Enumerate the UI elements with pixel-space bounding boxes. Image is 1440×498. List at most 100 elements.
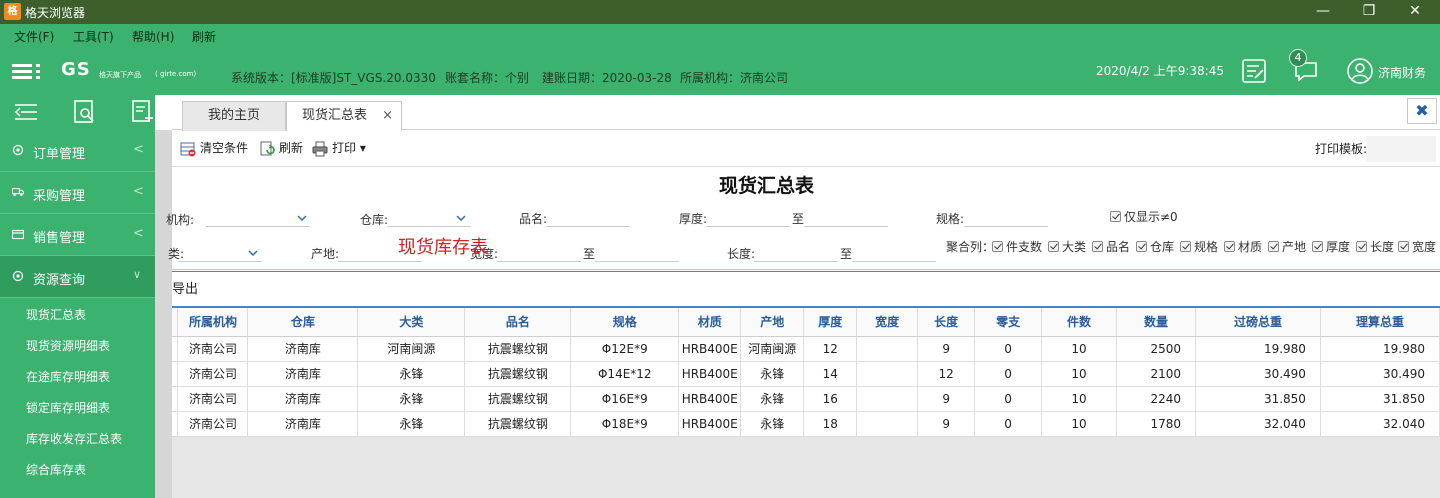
spec-input[interactable] — [964, 207, 1048, 227]
column-header[interactable]: 材质 — [678, 306, 742, 337]
sidebar-subitem-spot-summary[interactable]: 现货汇总表 — [26, 306, 86, 323]
filter-panel: 现货汇总表 机构: 仓库: 品名: 厚度: 至 规格: 仅显示≠0 类: 产地:… — [166, 167, 1440, 270]
table-row[interactable]: 济南公司 济南库 河南闽源 抗震螺纹钢 Φ12E*9 HRB400E 河南闽源 12 9 0 10 2… — [172, 336, 1440, 362]
thickness-from-input[interactable] — [706, 207, 790, 227]
menu-refresh[interactable]: 刷新 — [192, 28, 216, 45]
width-to-label: 至 — [583, 247, 596, 261]
table-cell: 19.980 — [1320, 336, 1440, 362]
maximize-button[interactable]: ❐ — [1352, 0, 1386, 24]
table-cell: 10 — [1041, 336, 1118, 362]
group-by-spec[interactable]: 规格 — [1180, 238, 1218, 255]
length-from-input[interactable] — [754, 242, 838, 262]
column-header[interactable]: 仓库 — [247, 306, 359, 337]
table-row[interactable]: 济南公司 济南库 永锋 抗震螺纹钢 Φ18E*9 HRB400E 永锋 18 9 0 10 1780 3… — [172, 411, 1440, 437]
print-button[interactable]: 打印 ▾ — [312, 139, 366, 157]
tab-home[interactable]: 我的主页 — [182, 101, 286, 131]
table-cell: 抗震螺纹钢 — [464, 411, 572, 437]
edit-document-icon[interactable] — [1241, 58, 1267, 84]
group-by-thickness[interactable]: 厚度 — [1312, 238, 1350, 255]
column-header[interactable]: 品名 — [464, 306, 572, 337]
close-all-tabs-button[interactable]: ✖ — [1407, 98, 1437, 124]
system-version: 系统版本：[标准版]ST_VGS.20.0330 — [231, 71, 436, 85]
search-document-icon[interactable] — [73, 99, 97, 125]
table-cell: 永锋 — [740, 386, 805, 412]
column-header[interactable]: 规格 — [570, 306, 680, 337]
minimize-button[interactable]: — — [1306, 0, 1340, 24]
group-by-pieces[interactable]: 件支数 — [992, 238, 1042, 255]
sidebar-item-resource-query[interactable]: 资源查询 ∨ — [0, 256, 155, 298]
sidebar-item-sales[interactable]: 销售管理 < — [0, 214, 155, 256]
column-header[interactable]: 厚度 — [803, 306, 858, 337]
width-to-input[interactable] — [595, 242, 679, 262]
checkbox-icon — [992, 241, 1003, 252]
column-header[interactable]: 宽度 — [856, 306, 919, 337]
table-cell: 0 — [974, 411, 1043, 437]
column-header[interactable]: 件数 — [1041, 306, 1118, 337]
sidebar-subitem-locked-detail[interactable]: 锁定库存明细表 — [26, 399, 110, 416]
menu-file[interactable]: 文件(F) — [14, 28, 54, 45]
collapse-sidebar-icon[interactable] — [13, 102, 39, 122]
column-header[interactable]: 过磅总重 — [1195, 306, 1321, 337]
menu-toggle-icon[interactable] — [12, 64, 40, 80]
group-by-material[interactable]: 材质 — [1224, 238, 1262, 255]
column-header[interactable]: 零支 — [974, 306, 1043, 337]
group-by-width[interactable]: 宽度 — [1398, 238, 1436, 255]
tab-spot-summary[interactable]: 现货汇总表 × — [286, 101, 402, 131]
column-header[interactable]: 长度 — [917, 306, 976, 337]
username[interactable]: 济南财务 — [1378, 64, 1426, 81]
sidebar-subitem-inout-summary[interactable]: 库存收发存汇总表 — [26, 430, 122, 447]
menu-tools[interactable]: 工具(T) — [73, 28, 114, 45]
table-cell: 14 — [803, 361, 858, 387]
group-by-length[interactable]: 长度 — [1356, 238, 1394, 255]
add-document-icon[interactable] — [131, 99, 155, 125]
table-cell: 永锋 — [740, 411, 805, 437]
length-to-input[interactable] — [852, 242, 936, 262]
column-header[interactable]: 数量 — [1116, 306, 1196, 337]
sidebar-subitem-transit-detail[interactable]: 在途库存明细表 — [26, 368, 110, 385]
table-cell: Φ18E*9 — [570, 411, 680, 437]
sidebar-subitem-comprehensive[interactable]: 综合库存表 — [26, 461, 86, 478]
sidebar-toolbar — [0, 95, 155, 130]
column-header[interactable]: 理算总重 — [1320, 306, 1440, 337]
column-header[interactable]: 产地 — [740, 306, 805, 337]
group-by-warehouse[interactable]: 仓库 — [1136, 238, 1174, 255]
group-by-origin[interactable]: 产地 — [1268, 238, 1306, 255]
org-select[interactable] — [206, 207, 310, 227]
sidebar-item-purchase[interactable]: 采购管理 < — [0, 172, 155, 214]
clear-conditions-button[interactable]: 清空条件 — [180, 139, 248, 157]
group-by-product[interactable]: 品名 — [1092, 238, 1130, 255]
column-header[interactable]: 所属机构 — [177, 306, 249, 337]
product-input[interactable] — [546, 207, 630, 227]
sidebar-subitem-spot-detail[interactable]: 现货资源明细表 — [26, 337, 110, 354]
table-cell: 济南库 — [247, 411, 359, 437]
user-avatar-icon[interactable] — [1346, 57, 1374, 85]
table-cell: 济南公司 — [177, 386, 249, 412]
menu-help[interactable]: 帮助(H) — [132, 28, 174, 45]
column-header[interactable]: 大类 — [357, 306, 466, 337]
width-from-input[interactable] — [497, 242, 581, 262]
chevron-down-icon: ∨ — [133, 268, 142, 281]
group-by-category[interactable]: 大类 — [1048, 238, 1086, 255]
checkbox-icon — [1048, 241, 1059, 252]
group-by-option-label: 件支数 — [1006, 240, 1043, 254]
table-cell: 永锋 — [357, 411, 466, 437]
group-by-label: 聚合列： — [946, 240, 995, 254]
export-button[interactable]: 导出 — [172, 278, 198, 297]
only-nonzero-label: 仅显示≠0 — [1124, 210, 1178, 224]
table-cell: Φ16E*9 — [570, 386, 680, 412]
export-bar: 导出 — [172, 271, 1440, 306]
table-cell: 9 — [917, 336, 976, 362]
refresh-button[interactable]: 刷新 — [259, 139, 303, 157]
sidebar-item-label: 资源查询 — [33, 273, 86, 288]
close-tab-icon[interactable]: × — [382, 102, 393, 130]
table-cell — [856, 411, 919, 437]
table-cell: 永锋 — [357, 361, 466, 387]
only-nonzero-checkbox[interactable]: 仅显示≠0 — [1110, 208, 1178, 225]
table-row[interactable]: 济南公司 济南库 永锋 抗震螺纹钢 Φ14E*12 HRB400E 永锋 14 12 0 10 210… — [172, 361, 1440, 387]
thickness-to-input[interactable] — [804, 207, 888, 227]
table-row[interactable]: 济南公司 济南库 永锋 抗震螺纹钢 Φ16E*9 HRB400E 永锋 16 9 0 10 2240 3… — [172, 386, 1440, 412]
sidebar-item-order[interactable]: 订单管理 < — [0, 130, 155, 172]
print-template-select[interactable] — [1366, 136, 1436, 162]
close-window-button[interactable]: ✕ — [1398, 0, 1432, 24]
table-cell: Φ14E*12 — [570, 361, 680, 387]
